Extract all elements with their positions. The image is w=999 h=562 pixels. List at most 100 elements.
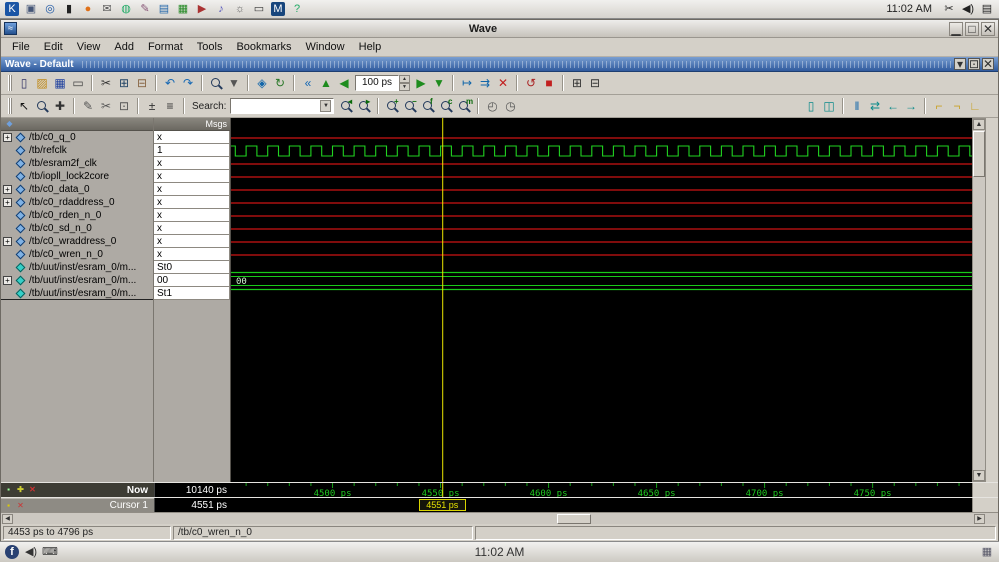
- signal-values-panel[interactable]: Msgs x 1 x x x x x x x x St0 00 St1: [154, 118, 231, 482]
- find-prev-time-icon[interactable]: ◴: [483, 97, 501, 115]
- zoom-out-icon[interactable]: −: [401, 97, 419, 115]
- scroll-down-icon[interactable]: ▼: [973, 470, 985, 481]
- settings-icon[interactable]: ☼: [232, 1, 248, 17]
- scroll-left-icon[interactable]: ◀: [2, 514, 13, 524]
- expand-toggle[interactable]: +: [3, 198, 12, 207]
- cursor-time-tag[interactable]: 4551 ps: [418, 499, 466, 511]
- paste-wave-icon[interactable]: ⊡: [115, 97, 133, 115]
- search-dropdown-icon[interactable]: ▼: [320, 100, 332, 112]
- web-browser-icon[interactable]: ◍: [118, 1, 134, 17]
- restart-icon[interactable]: ↺: [522, 74, 540, 92]
- zoom-full-icon[interactable]: f: [419, 97, 437, 115]
- stretch-edge-icon[interactable]: ≡: [161, 97, 179, 115]
- firefox-icon[interactable]: ●: [80, 1, 96, 17]
- signal-row[interactable]: + /tb/c0_wraddress_0: [1, 235, 153, 248]
- spin-up-icon[interactable]: ▲: [399, 75, 410, 83]
- next-edge-icon[interactable]: ▶: [412, 74, 430, 92]
- signal-row[interactable]: /tb/uut/inst/esram_0/m...: [1, 261, 153, 274]
- prev-edge-icon[interactable]: ◀: [335, 74, 353, 92]
- pan-mode-icon[interactable]: ✚: [51, 97, 69, 115]
- save-icon[interactable]: ▦: [51, 74, 69, 92]
- expand-right-icon[interactable]: ¬: [948, 97, 966, 115]
- keyboard-layout-icon[interactable]: ⌨: [42, 544, 58, 560]
- move-up-icon[interactable]: ▲: [317, 74, 335, 92]
- tree-root-icon[interactable]: ◆: [4, 119, 15, 130]
- continue-run-icon[interactable]: ⇉: [476, 74, 494, 92]
- cut-icon[interactable]: ✂: [97, 74, 115, 92]
- insert-cursor-icon[interactable]: ✚: [15, 485, 26, 496]
- menu-window[interactable]: Window: [299, 39, 352, 55]
- pane-header[interactable]: Wave - Default ▾ ⊡ ✕: [1, 57, 998, 72]
- search-input[interactable]: ▼: [230, 98, 335, 114]
- single-pane-icon[interactable]: ▯: [802, 97, 820, 115]
- kde-menu-icon[interactable]: K: [4, 1, 20, 17]
- close-button[interactable]: ✕: [981, 21, 995, 36]
- volume-icon[interactable]: ◀): [23, 544, 39, 560]
- menu-bookmarks[interactable]: Bookmarks: [229, 39, 298, 55]
- find-next-time-icon[interactable]: ◷: [501, 97, 519, 115]
- filter-icon[interactable]: ▼: [225, 74, 243, 92]
- signal-row[interactable]: /tb/refclk: [1, 144, 153, 157]
- toolbar2-handle[interactable]: [8, 98, 12, 114]
- edit-mode-icon[interactable]: ✎: [79, 97, 97, 115]
- search-forward-icon[interactable]: ▸: [355, 97, 373, 115]
- volume-icon[interactable]: ◀): [960, 1, 976, 17]
- goto-first-icon[interactable]: «: [299, 74, 317, 92]
- scroll-right-icon[interactable]: ▶: [974, 514, 985, 524]
- collapse-groups-icon[interactable]: ⊟: [586, 74, 604, 92]
- swap-panes-icon[interactable]: ⇄: [866, 97, 884, 115]
- office-writer-icon[interactable]: ▤: [156, 1, 172, 17]
- media-player-icon[interactable]: ▶: [194, 1, 210, 17]
- signal-row[interactable]: + /tb/c0_data_0: [1, 183, 153, 196]
- show-desktop-icon[interactable]: ▣: [23, 1, 39, 17]
- konqueror-icon[interactable]: ◎: [42, 1, 58, 17]
- run-icon[interactable]: ↦: [458, 74, 476, 92]
- cursor-lock-icon[interactable]: ▪: [3, 500, 14, 511]
- prev-diff-icon[interactable]: ←: [884, 97, 902, 115]
- expand-toggle[interactable]: +: [3, 237, 12, 246]
- expand-groups-icon[interactable]: ⊞: [568, 74, 586, 92]
- menu-edit[interactable]: Edit: [37, 39, 70, 55]
- menu-tools[interactable]: Tools: [190, 39, 230, 55]
- zoom-cursor-icon[interactable]: c: [437, 97, 455, 115]
- terminal-icon[interactable]: ▮: [61, 1, 77, 17]
- stop-icon[interactable]: ✕: [494, 74, 512, 92]
- editor-icon[interactable]: ✎: [137, 1, 153, 17]
- signal-row[interactable]: + /tb/c0_q_0: [1, 131, 153, 144]
- delete-cursor-icon[interactable]: ✕: [27, 485, 38, 496]
- wave-horizontal-scrollbar[interactable]: ◀ ▶: [1, 512, 998, 524]
- workspace-pager-icon[interactable]: ▦: [979, 544, 995, 560]
- expand-toggle[interactable]: +: [3, 185, 12, 194]
- fedora-menu-icon[interactable]: f: [4, 544, 20, 560]
- signal-names-panel[interactable]: ◆ + /tb/c0_q_0/tb/refclk/tb/esram2f_clk/t…: [1, 118, 154, 482]
- waveform-area[interactable]: 00: [231, 118, 972, 482]
- clipboard-icon[interactable]: ▤: [979, 1, 995, 17]
- copy-icon[interactable]: ⊞: [115, 74, 133, 92]
- open-file-icon[interactable]: ▨: [33, 74, 51, 92]
- cursor-label-cell[interactable]: ▪ ✕ Cursor 1: [1, 498, 154, 512]
- monitor-icon[interactable]: ▭: [251, 1, 267, 17]
- paste-icon[interactable]: ⊟: [133, 74, 151, 92]
- signal-row[interactable]: /tb/c0_wren_n_0: [1, 248, 153, 261]
- time-step-spinner[interactable]: ▲ ▼: [399, 75, 410, 91]
- next-diff-icon[interactable]: →: [902, 97, 920, 115]
- help-icon[interactable]: ?: [289, 1, 305, 17]
- signal-row[interactable]: /tb/esram2f_clk: [1, 157, 153, 170]
- wave-vertical-scrollbar[interactable]: ▲ ▼: [972, 118, 986, 482]
- menu-help[interactable]: Help: [352, 39, 389, 55]
- zoom-in-icon[interactable]: +: [383, 97, 401, 115]
- screenshot-scissors-icon[interactable]: ✂: [941, 1, 957, 17]
- spin-down-icon[interactable]: ▼: [399, 83, 410, 91]
- snap-corner-icon[interactable]: ∟: [966, 97, 984, 115]
- menu-view[interactable]: View: [70, 39, 108, 55]
- cursor-delete-icon[interactable]: ✕: [15, 500, 26, 511]
- search-reverse-icon[interactable]: ◂: [337, 97, 355, 115]
- redo-icon[interactable]: ↷: [179, 74, 197, 92]
- expand-toggle[interactable]: +: [3, 276, 12, 285]
- toolbar-handle[interactable]: [8, 75, 12, 91]
- expand-toggle[interactable]: +: [3, 133, 12, 142]
- titlebar[interactable]: ≈ Wave ▁ □ ✕: [1, 20, 998, 38]
- waveform-canvas[interactable]: 00: [231, 118, 972, 482]
- minimize-button[interactable]: ▁: [949, 21, 963, 36]
- select-cursor-mini-icon[interactable]: ▪: [3, 485, 14, 496]
